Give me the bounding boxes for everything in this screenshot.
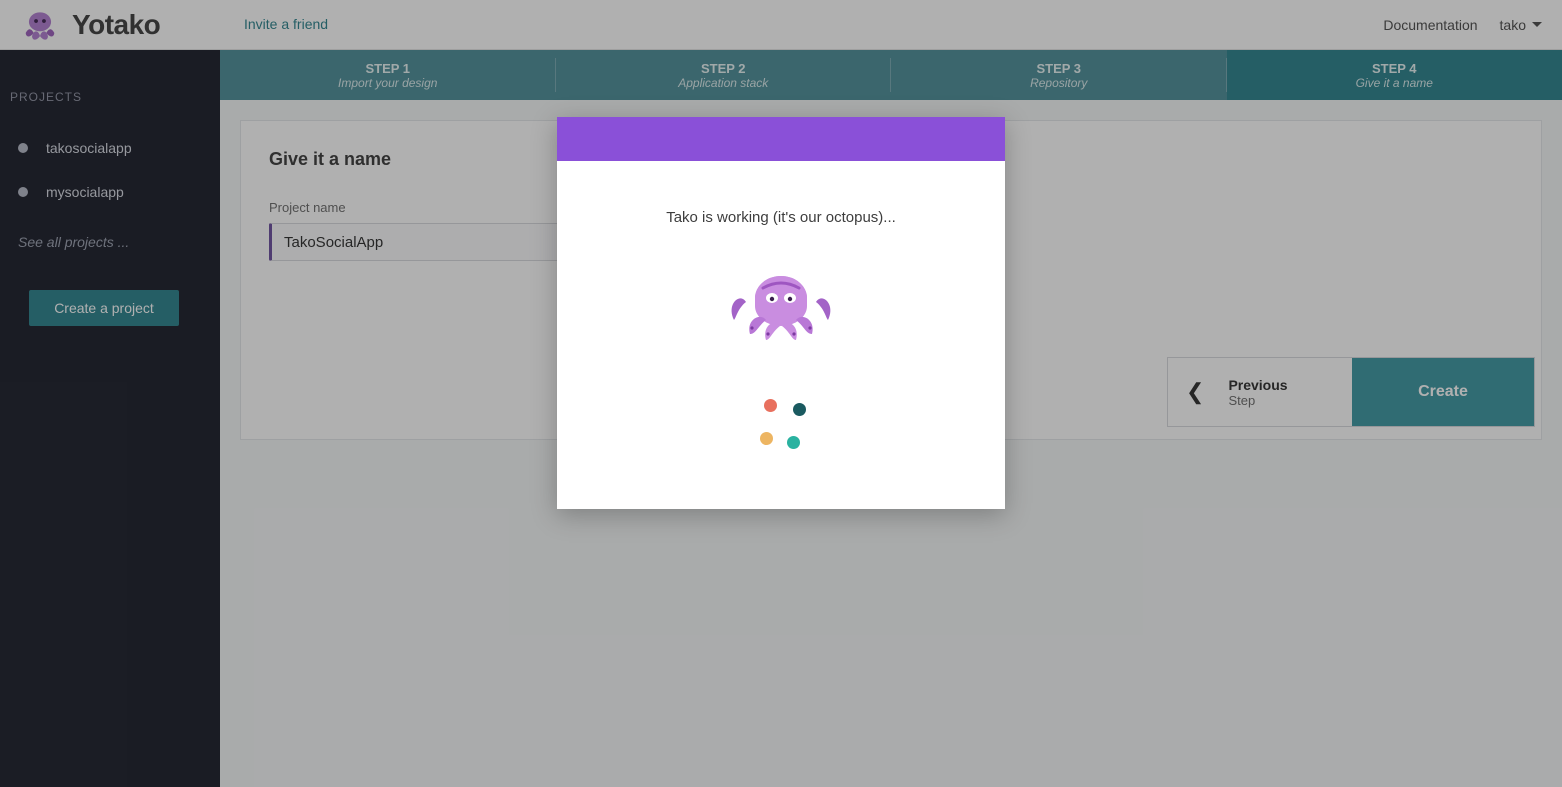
loading-spinner-icon	[756, 399, 806, 449]
octopus-mascot-icon	[716, 254, 846, 354]
modal-header	[557, 117, 1005, 161]
loading-modal: Tako is working (it's our octopus)...	[557, 117, 1005, 509]
modal-body: Tako is working (it's our octopus)...	[557, 161, 1005, 509]
modal-message: Tako is working (it's our octopus)...	[577, 209, 985, 226]
